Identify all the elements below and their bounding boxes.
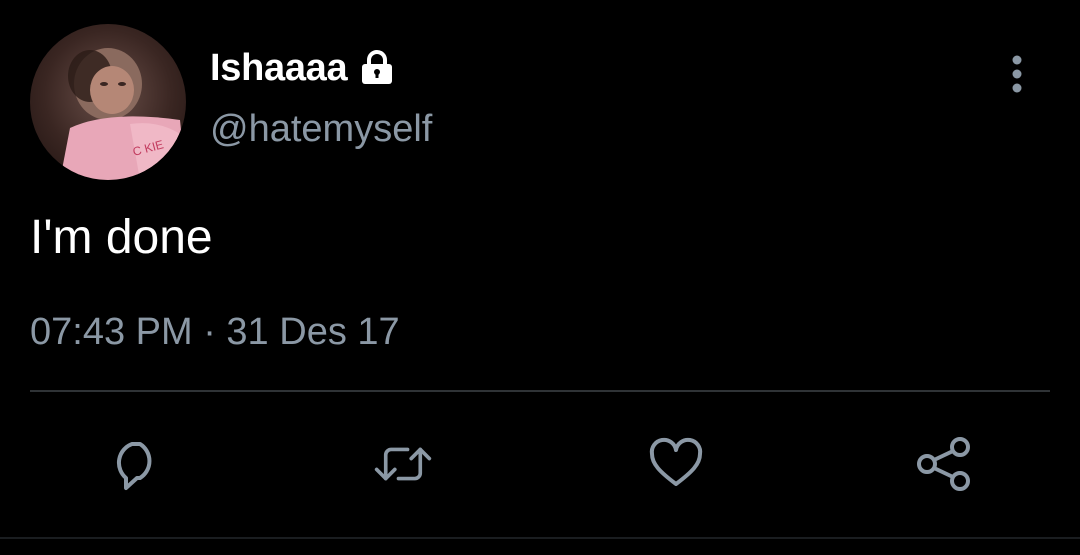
bottom-divider xyxy=(0,537,1080,539)
name-row: Ishaaaa xyxy=(210,46,397,90)
share-button[interactable] xyxy=(914,434,974,494)
avatar-photo-icon: C KIE xyxy=(60,48,186,180)
more-vertical-icon[interactable] xyxy=(1000,54,1034,98)
retweet-icon xyxy=(374,447,432,481)
lock-icon xyxy=(357,48,397,88)
like-icon xyxy=(649,437,703,486)
avatar[interactable]: C KIE xyxy=(30,24,186,180)
share-icon xyxy=(917,437,970,491)
like-button[interactable] xyxy=(646,434,706,494)
reply-button[interactable] xyxy=(106,434,166,494)
divider xyxy=(30,390,1050,392)
reply-icon xyxy=(116,442,152,490)
retweet-button[interactable] xyxy=(373,434,433,494)
display-name[interactable]: Ishaaaa xyxy=(210,47,348,90)
tweet-card: C KIE Ishaaaa @hatemyself I'm done 07:43… xyxy=(0,0,1080,555)
tweet-text: I'm done xyxy=(30,211,213,264)
user-handle[interactable]: @hatemyself xyxy=(210,108,432,151)
tweet-timestamp[interactable]: 07:43 PM · 31 Des 17 xyxy=(30,306,400,358)
